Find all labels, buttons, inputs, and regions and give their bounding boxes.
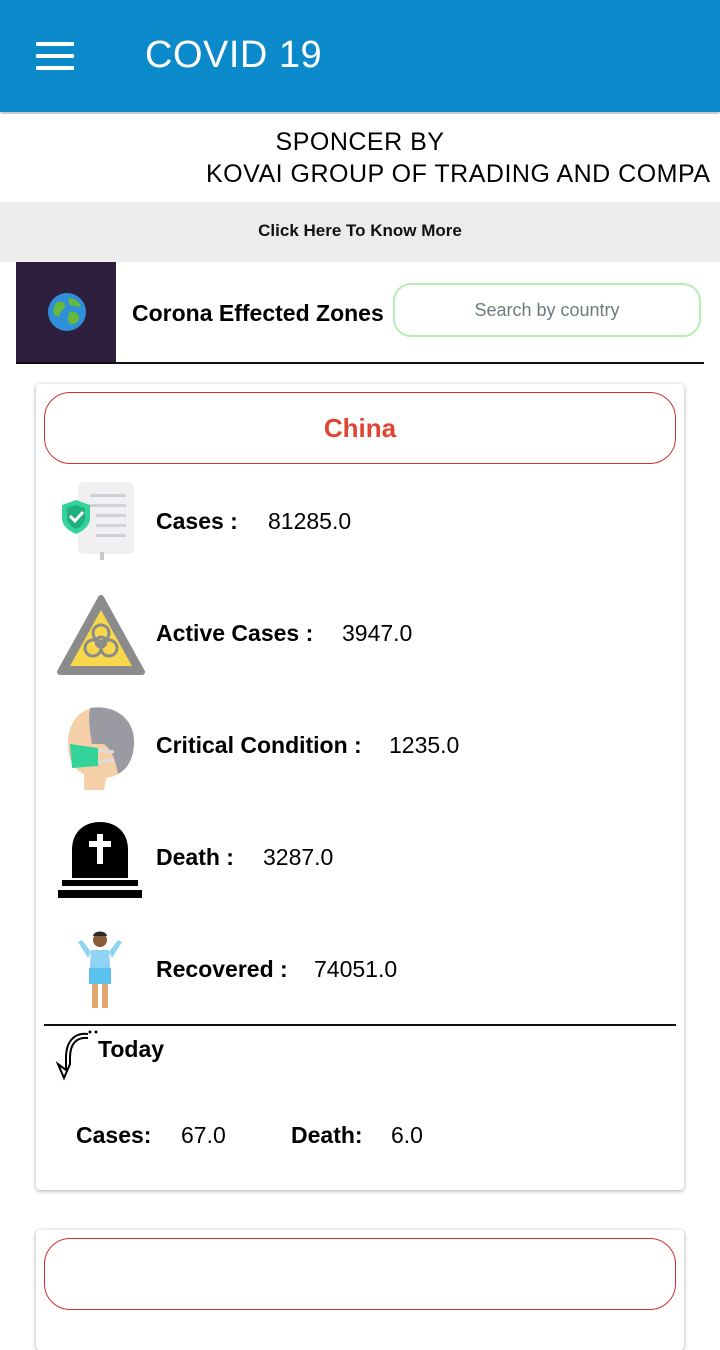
stat-critical-condition: Critical Condition : 1235.0 bbox=[36, 696, 684, 796]
today-cases-value: 67.0 bbox=[181, 1122, 226, 1148]
today-divider bbox=[44, 1024, 676, 1026]
biohazard-icon bbox=[57, 595, 145, 675]
active-cases-label: Active Cases : bbox=[156, 620, 314, 646]
zones-title: Corona Effected Zones bbox=[132, 300, 384, 326]
stat-death: Death : 3287.0 bbox=[36, 808, 684, 908]
cases-label: Cases : bbox=[156, 508, 238, 534]
cases-value: 81285.0 bbox=[268, 508, 352, 534]
country-name-button-next[interactable] bbox=[44, 1238, 676, 1310]
death-value: 3287.0 bbox=[263, 844, 334, 870]
recovered-label: Recovered : bbox=[156, 956, 288, 982]
zones-header: Corona Effected Zones bbox=[16, 262, 704, 364]
stat-active-cases: Active Cases : 3947.0 bbox=[36, 584, 684, 684]
active-cases-value: 3947.0 bbox=[342, 620, 413, 646]
sponsor-marquee: KOVAI GROUP OF TRADING AND COMPA bbox=[206, 160, 711, 188]
today-cases-label: Cases: bbox=[76, 1122, 152, 1148]
stat-recovered: Recovered : 74051.0 bbox=[36, 920, 684, 1020]
today-death-label: Death: bbox=[291, 1122, 363, 1148]
app-title: COVID 19 bbox=[145, 34, 323, 76]
country-card-next bbox=[36, 1230, 684, 1350]
menu-icon[interactable] bbox=[36, 42, 76, 70]
globe-logo bbox=[16, 262, 116, 362]
shield-document-icon bbox=[62, 482, 134, 560]
recovered-person-icon bbox=[78, 931, 122, 1008]
sponsor-banner: SPONCER BY KOVAI GROUP OF TRADING AND CO… bbox=[0, 114, 720, 202]
search-country-input[interactable] bbox=[393, 283, 701, 337]
curved-down-arrow-icon bbox=[55, 1030, 98, 1081]
recovered-value: 74051.0 bbox=[314, 956, 398, 982]
stat-cases: Cases : 81285.0 bbox=[36, 472, 684, 572]
today-death-value: 6.0 bbox=[391, 1122, 423, 1148]
death-label: Death : bbox=[156, 844, 234, 870]
app-bar: COVID 19 bbox=[0, 0, 720, 112]
country-name-button[interactable]: China bbox=[44, 392, 676, 464]
tombstone-icon bbox=[58, 822, 142, 898]
critical-condition-value: 1235.0 bbox=[389, 732, 460, 758]
country-card: China Cases : 81285.0 Active Cases : 394… bbox=[36, 384, 684, 1190]
globe-icon bbox=[48, 293, 86, 331]
sponsor-heading: SPONCER BY bbox=[275, 128, 445, 156]
critical-condition-label: Critical Condition : bbox=[156, 732, 362, 758]
today-label: Today bbox=[98, 1036, 165, 1062]
know-more-button[interactable]: Click Here To Know More bbox=[0, 202, 720, 262]
masked-person-icon bbox=[68, 707, 134, 790]
